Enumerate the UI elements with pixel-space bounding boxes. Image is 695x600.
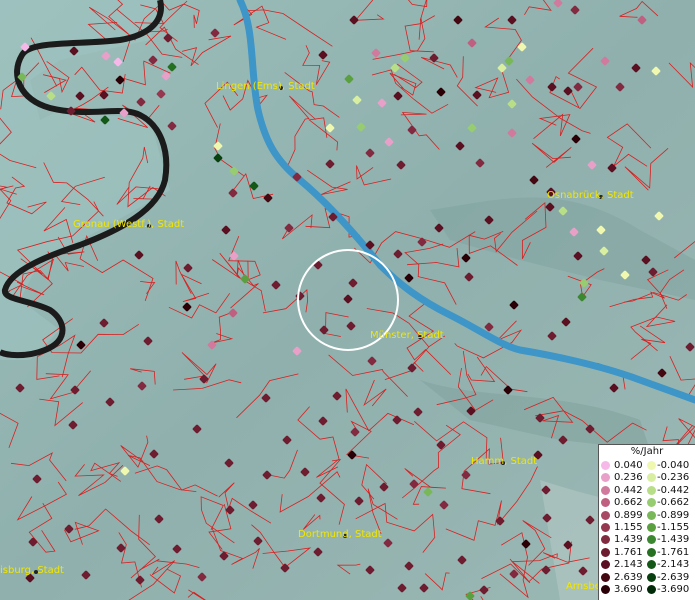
legend-value-negative: -2.639: [657, 571, 690, 583]
legend-row: 0.899 -0.899: [601, 510, 693, 521]
legend-swatch-positive: [601, 535, 610, 545]
legend-row: 0.442 -0.442: [601, 485, 693, 496]
legend-swatch-positive: [601, 510, 610, 520]
legend-swatch-negative: [647, 498, 656, 508]
legend-value-positive: 3.690: [614, 584, 643, 595]
legend-swatch-negative: [647, 461, 656, 470]
legend-swatch-negative: [647, 485, 656, 495]
legend-row: 2.143 -2.143: [601, 559, 693, 570]
legend-value-negative: -0.662: [657, 497, 690, 509]
legend-row: 0.040 -0.040: [601, 460, 693, 471]
legend-swatch-negative: [647, 473, 656, 483]
city-label-gronau[interactable]: Gronau (Westf.), Stadt: [73, 219, 184, 230]
legend-swatch-positive: [601, 585, 610, 594]
legend-row: 0.662 -0.662: [601, 497, 693, 508]
legend-value-positive: 2.639: [614, 571, 643, 583]
legend-value-positive: 1.439: [614, 534, 643, 546]
legend-swatch-negative: [647, 560, 656, 570]
legend-swatch-negative: [647, 585, 656, 594]
legend-title: %/Jahr: [630, 446, 664, 457]
legend-swatch-positive: [601, 560, 610, 570]
legend-swatch-positive: [601, 498, 610, 508]
legend-value-negative: -1.439: [657, 534, 690, 546]
legend-value-negative: -1.155: [657, 522, 690, 533]
legend-value-negative: -1.761: [657, 546, 690, 558]
city-label-osnabrueck[interactable]: Osnabrück, Stadt: [547, 190, 634, 201]
legend-swatch-negative: [647, 547, 656, 557]
legend-value-positive: 0.236: [614, 472, 643, 484]
legend-value-negative: -0.040: [657, 460, 690, 471]
legend-row: 1.155 -1.155: [601, 522, 693, 533]
map-view[interactable]: Lingen (Ems), Stadt Osnabrück, Stadt Gro…: [0, 0, 695, 600]
legend-value-positive: 1.155: [614, 522, 643, 533]
legend-value-positive: 1.761: [614, 546, 643, 558]
city-label-muenster[interactable]: Münster, Stadt: [370, 330, 444, 341]
city-label-duisburg[interactable]: isburg, Stadt: [0, 565, 64, 576]
map-canvas[interactable]: [0, 0, 695, 600]
map-legend: %/Jahr 0.040 -0.040 0.236 -0.236 0.442 -0.442…: [598, 444, 695, 600]
legend-value-positive: 0.040: [614, 460, 643, 471]
legend-value-negative: -0.899: [657, 509, 690, 521]
legend-swatch-negative: [647, 572, 656, 582]
legend-value-negative: -0.442: [657, 484, 690, 496]
legend-swatch-negative: [647, 523, 656, 532]
legend-swatch-positive: [601, 461, 610, 470]
legend-row: 1.761 -1.761: [601, 547, 693, 558]
legend-swatch-positive: [601, 572, 610, 582]
legend-swatch-negative: [647, 510, 656, 520]
legend-row: 2.639 -2.639: [601, 572, 693, 583]
legend-value-negative: -2.143: [657, 559, 690, 571]
legend-value-positive: 0.442: [614, 484, 643, 496]
legend-row: 1.439 -1.439: [601, 534, 693, 545]
legend-swatch-positive: [601, 523, 610, 532]
legend-swatch-positive: [601, 473, 610, 483]
legend-swatch-negative: [647, 535, 656, 545]
legend-value-positive: 2.143: [614, 559, 643, 571]
legend-value-positive: 0.662: [614, 497, 643, 509]
city-label-dortmund[interactable]: Dortmund, Stadt: [298, 529, 382, 540]
city-label-hamm[interactable]: Hamm, Stadt: [471, 456, 537, 467]
legend-swatch-positive: [601, 547, 610, 557]
legend-row: 3.690 -3.690: [601, 584, 693, 595]
legend-row: 0.236 -0.236: [601, 472, 693, 483]
legend-value-negative: -0.236: [657, 472, 690, 484]
legend-value-positive: 0.899: [614, 509, 643, 521]
legend-value-negative: -3.690: [657, 584, 690, 595]
legend-swatch-positive: [601, 485, 610, 495]
city-label-lingen[interactable]: Lingen (Ems), Stadt: [216, 81, 315, 92]
